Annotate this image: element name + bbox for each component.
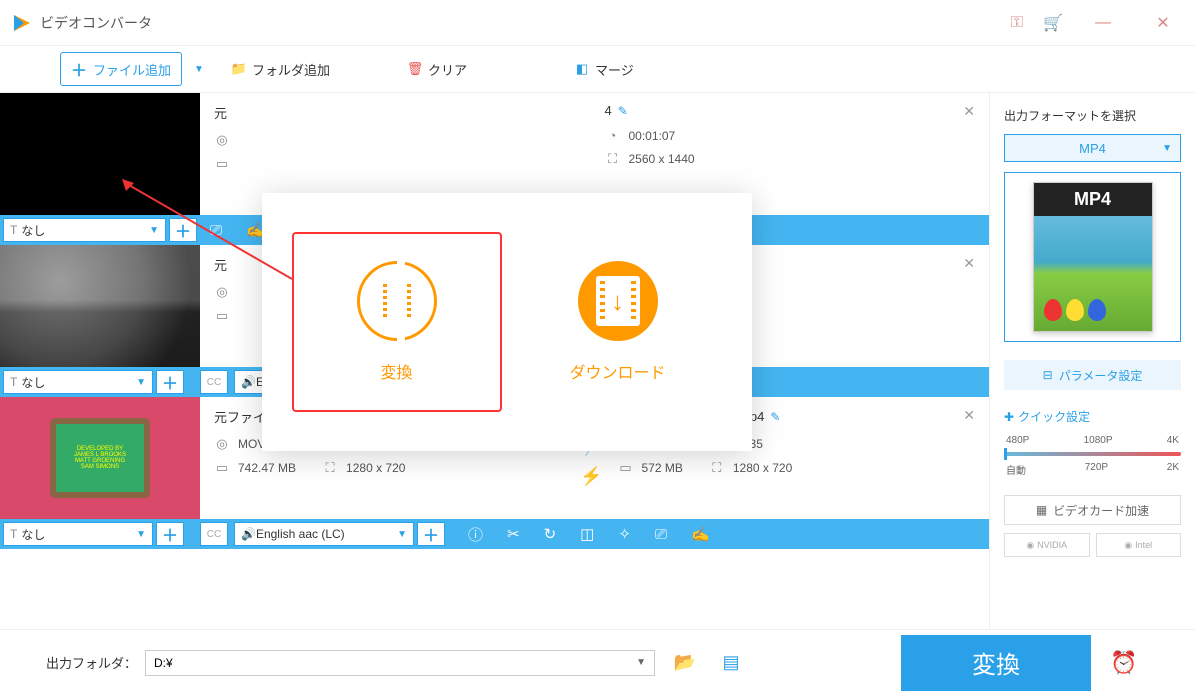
subtitle-select[interactable]: T なし ▼ [3, 370, 153, 394]
parameter-settings-button[interactable]: ⊟ パラメータ設定 [1004, 360, 1181, 390]
speaker-icon: 🔊 [241, 527, 256, 541]
app-title: ビデオコンバータ [40, 13, 152, 33]
chip-icon: ▦ [1036, 503, 1047, 517]
cut-icon[interactable]: ✂ [507, 525, 520, 543]
res-2k: 2K [1167, 462, 1179, 477]
stamp-icon[interactable]: ⎚ [210, 222, 222, 239]
disc-icon: ◎ [214, 436, 230, 452]
cc-button[interactable]: CC [200, 522, 228, 546]
add-folder-button[interactable]: 📁 フォルダ追加 [222, 56, 340, 83]
remove-file-button[interactable]: ✕ [963, 407, 975, 424]
key-icon[interactable]: ⚿ [1011, 14, 1023, 32]
edit-icon[interactable]: ✎ [770, 410, 780, 424]
nvidia-badge: ◉NVIDIA [1004, 533, 1090, 557]
res-720p: 720P [1085, 462, 1108, 477]
speaker-icon: 🔊 [241, 375, 256, 389]
res-auto: 自動 [1006, 462, 1026, 477]
add-subtitle-button[interactable]: ＋ [169, 218, 197, 242]
dimensions-icon: ⛶ [322, 460, 338, 476]
app-logo-icon [12, 13, 32, 33]
remove-file-button[interactable]: ✕ [963, 103, 975, 120]
folder-small-icon: ▭ [214, 460, 230, 476]
tv-graphic: DEVELOPED BYJAMES L BROOKSMATT GROENINGS… [50, 418, 150, 498]
download-icon: ↓ [578, 261, 658, 341]
convert-button[interactable]: 変換 [901, 635, 1091, 691]
list-icon[interactable]: ▤ [715, 649, 747, 677]
sign-icon[interactable]: ✍ [691, 525, 710, 543]
disc-icon: ◎ [214, 132, 230, 148]
output-format-title: 出力フォーマットを選択 [1004, 107, 1181, 124]
convert-icon [357, 261, 437, 341]
text-icon: T [10, 527, 17, 541]
open-folder-button[interactable]: 📂 [669, 649, 701, 677]
add-subtitle-button[interactable]: ＋ [156, 370, 184, 394]
intel-badge: ◉Intel [1096, 533, 1182, 557]
video-thumbnail[interactable] [0, 245, 200, 367]
clock-icon: ◔ [605, 128, 621, 143]
sliders-icon: ⊟ [1043, 368, 1053, 382]
folder-small-icon: ▭ [214, 156, 230, 172]
text-icon: T [10, 223, 17, 237]
chevron-down-icon: ▼ [136, 377, 146, 388]
download-mode-button[interactable]: ↓ ダウンロード [513, 232, 723, 412]
schedule-button[interactable]: ⏰ [1099, 635, 1149, 691]
add-file-dropdown-icon[interactable]: ▼ [194, 64, 204, 75]
plus-small-icon: ✚ [1004, 410, 1014, 424]
text-icon: T [10, 375, 17, 389]
convert-mode-button[interactable]: 変換 [292, 232, 502, 412]
folder-icon: 📁 [232, 62, 246, 76]
chevron-down-icon: ▼ [636, 657, 646, 668]
merge-icon: ◧ [575, 62, 589, 76]
output-name: 4 [605, 103, 612, 118]
subtitle-select[interactable]: T なし ▼ [3, 522, 153, 546]
res-4k: 4K [1167, 435, 1179, 446]
format-select[interactable]: MP4 ▼ [1004, 134, 1181, 162]
cc-button[interactable]: CC [200, 370, 228, 394]
edit-icon[interactable]: ✎ [618, 104, 628, 118]
stamp-icon[interactable]: ⎚ [655, 526, 667, 543]
plus-icon: ＋ [71, 57, 87, 81]
chevron-down-icon: ▼ [1162, 143, 1172, 154]
source-label: 元 [214, 255, 227, 274]
source-label: 元 [214, 103, 227, 122]
merge-button[interactable]: ◧ マージ [565, 56, 644, 83]
chevron-down-icon: ▼ [149, 225, 159, 236]
add-subtitle-button[interactable]: ＋ [156, 522, 184, 546]
rotate-icon[interactable]: ↻ [544, 525, 557, 543]
res-1080p: 1080P [1084, 435, 1113, 446]
folder-small-icon: ▭ [618, 460, 634, 476]
gpu-accel-button[interactable]: ▦ ビデオカード加速 [1004, 495, 1181, 525]
chevron-down-icon: ▼ [136, 529, 146, 540]
chevron-down-icon: ▼ [397, 529, 407, 540]
minimize-button[interactable]: — [1083, 14, 1123, 32]
video-thumbnail[interactable]: DEVELOPED BYJAMES L BROOKSMATT GROENINGS… [0, 397, 200, 519]
remove-file-button[interactable]: ✕ [963, 255, 975, 272]
dimensions-icon: ⛶ [605, 151, 621, 167]
video-thumbnail[interactable] [0, 93, 200, 215]
res-480p: 480P [1006, 435, 1029, 446]
effect-icon[interactable]: ✧ [618, 525, 631, 543]
close-button[interactable]: ✕ [1143, 13, 1183, 33]
trash-icon: 🗑 [408, 62, 422, 76]
output-folder-label: 出力フォルダ： [46, 653, 137, 672]
output-folder-select[interactable]: D:¥ ▼ [145, 650, 655, 676]
disc-icon: ◎ [214, 284, 230, 300]
mode-popup: 変換 ↓ ダウンロード [262, 193, 752, 451]
subtitle-select[interactable]: T なし ▼ [3, 218, 166, 242]
folder-small-icon: ▭ [214, 308, 230, 324]
format-preview-label: MP4 [1034, 183, 1152, 216]
audio-select[interactable]: 🔊 English aac (LC) ▼ [234, 522, 414, 546]
resolution-slider[interactable] [1004, 452, 1181, 456]
info-icon[interactable]: ⓘ [468, 524, 483, 545]
quick-settings-label: ✚ クイック設定 [1004, 408, 1181, 425]
add-audio-button[interactable]: ＋ [417, 522, 445, 546]
add-file-button[interactable]: ＋ ファイル追加 [60, 52, 182, 86]
clear-button[interactable]: 🗑 クリア [398, 56, 477, 83]
dimensions-icon: ⛶ [709, 460, 725, 476]
format-preview[interactable]: MP4 [1004, 172, 1181, 342]
crop-icon[interactable]: ◫ [580, 525, 594, 543]
cart-icon[interactable]: 🛒 [1043, 13, 1063, 33]
bolt-icon: ⚡ [580, 466, 602, 487]
